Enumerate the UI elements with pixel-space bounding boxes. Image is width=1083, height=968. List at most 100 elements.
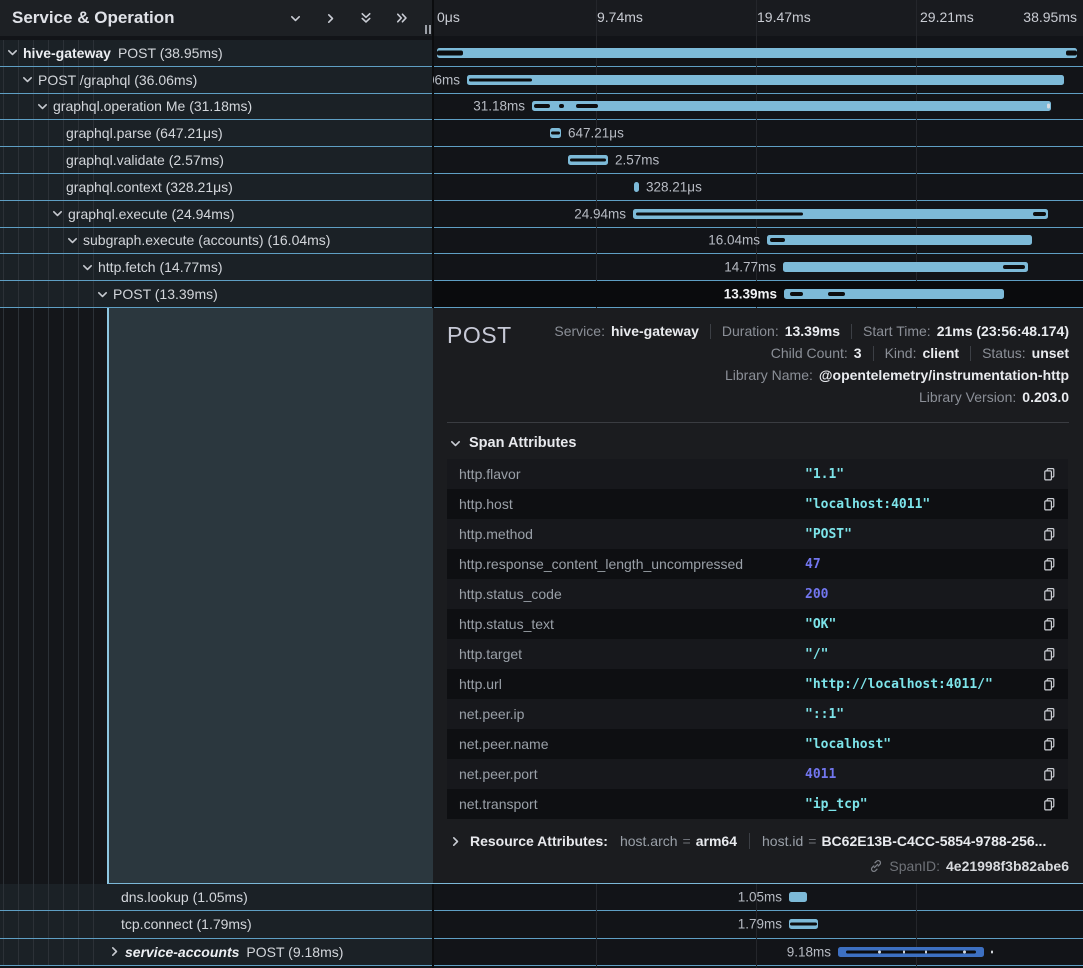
resource-attributes-row[interactable]: Resource Attributes:host.arch=arm64host.… <box>447 833 1069 849</box>
span-row-hive-gateway-post[interactable]: hive-gatewayPOST (38.95ms) <box>0 40 1083 67</box>
attribute-key: http.status_code <box>447 586 805 602</box>
collapse-all-icon[interactable] <box>359 11 373 25</box>
span-row-graphql-operation[interactable]: graphql.operation Me (31.18ms) 31.18ms <box>0 94 1083 121</box>
operation-label: POST (9.18ms) <box>246 944 343 960</box>
span-bar[interactable] <box>634 182 639 192</box>
span-bar[interactable] <box>467 75 1064 85</box>
span-self-time-mark <box>1066 50 1077 55</box>
resource-separator <box>749 833 750 849</box>
span-row-service-accounts-post[interactable]: service-accountsPOST (9.18ms)9.18ms <box>0 939 1083 966</box>
copy-icon[interactable] <box>1042 617 1068 632</box>
attribute-row-http.response_content_length_uncompressed: http.response_content_length_uncompresse… <box>447 549 1068 579</box>
timeline-tick: 19.47ms <box>757 9 811 25</box>
span-row-tcp-connect-timeline-cell[interactable]: 1.79ms <box>433 911 1083 937</box>
span-row-graphql-operation-label-cell[interactable]: graphql.operation Me (31.18ms) <box>0 94 433 120</box>
span-row-subgraph-execute-label-cell[interactable]: subgraph.execute (accounts) (16.04ms) <box>0 228 433 254</box>
span-row-dns-lookup-label-cell[interactable]: dns.lookup (1.05ms) <box>0 884 433 910</box>
span-row-http-fetch-label-cell[interactable]: http.fetch (14.77ms) <box>0 254 433 280</box>
chevron-right-icon[interactable] <box>108 945 121 958</box>
indent-guides-gutter <box>0 308 107 884</box>
copy-icon[interactable] <box>1042 647 1068 662</box>
span-row-graphql-context-label-cell[interactable]: graphql.context (328.21μs) <box>0 174 433 200</box>
copy-icon[interactable] <box>1042 737 1068 752</box>
span-row-http-fetch[interactable]: http.fetch (14.77ms)14.77ms <box>0 254 1083 281</box>
span-row-subgraph-execute[interactable]: subgraph.execute (accounts) (16.04ms)16.… <box>0 228 1083 255</box>
span-row-graphql-context[interactable]: graphql.context (328.21μs)328.21μs <box>0 174 1083 201</box>
span-row-hive-gateway-post-label-cell[interactable]: hive-gatewayPOST (38.95ms) <box>0 40 433 66</box>
span-bar[interactable] <box>437 48 1077 58</box>
span-duration-label: 31.18ms <box>473 99 525 114</box>
attribute-key: net.transport <box>447 796 805 812</box>
span-duration-label: 1.05ms <box>738 890 782 905</box>
span-bar[interactable] <box>532 101 1051 111</box>
span-row-tcp-connect[interactable]: tcp.connect (1.79ms)1.79ms <box>0 911 1083 938</box>
chevron-down-icon[interactable] <box>51 207 64 220</box>
span-row-graphql-parse-label-cell[interactable]: graphql.parse (647.21μs) <box>0 120 433 146</box>
operation-label: dns.lookup (1.05ms) <box>121 889 248 905</box>
copy-icon[interactable] <box>1042 677 1068 692</box>
span-bar[interactable] <box>767 235 1032 245</box>
chevron-right-icon[interactable] <box>449 835 462 848</box>
span-row-post-graphql[interactable]: POST /graphql (36.06ms)36.06ms <box>0 67 1083 94</box>
attribute-key: http.method <box>447 526 805 542</box>
meta-label: Kind: <box>885 345 917 361</box>
span-row-tcp-connect-label-cell[interactable]: tcp.connect (1.79ms) <box>0 911 433 937</box>
chevron-down-icon[interactable] <box>66 234 79 247</box>
span-row-post-selected-label-cell[interactable]: POST (13.39ms) <box>0 281 433 307</box>
span-row-graphql-execute[interactable]: graphql.execute (24.94ms) 24.94ms <box>0 201 1083 228</box>
span-self-time-mark <box>469 78 532 81</box>
column-resizer-handle[interactable] <box>425 25 431 34</box>
span-row-graphql-parse-timeline-cell[interactable]: 647.21μs <box>433 120 1083 146</box>
span-self-time-mark <box>534 104 550 108</box>
span-bar[interactable] <box>789 892 807 902</box>
span-row-graphql-execute-timeline-cell[interactable]: 24.94ms <box>433 201 1083 227</box>
chevron-down-icon[interactable] <box>36 100 49 113</box>
copy-icon[interactable] <box>1042 767 1068 782</box>
span-row-graphql-validate[interactable]: graphql.validate (2.57ms)2.57ms <box>0 147 1083 174</box>
span-row-graphql-operation-timeline-cell[interactable]: 31.18ms <box>433 94 1083 120</box>
collapse-one-icon[interactable] <box>289 12 302 25</box>
chevron-down-icon[interactable] <box>96 288 109 301</box>
span-bar[interactable] <box>784 289 1004 299</box>
span-row-subgraph-execute-timeline-cell[interactable]: 16.04ms <box>433 228 1083 254</box>
copy-icon[interactable] <box>1042 587 1068 602</box>
span-row-graphql-parse[interactable]: graphql.parse (647.21μs)647.21μs <box>0 120 1083 147</box>
span-row-graphql-validate-label-cell[interactable]: graphql.validate (2.57ms) <box>0 147 433 173</box>
timeline-tick: 9.74ms <box>597 9 643 25</box>
copy-icon[interactable] <box>1042 467 1068 482</box>
span-row-dns-lookup[interactable]: dns.lookup (1.05ms) 1.05ms <box>0 884 1083 911</box>
span-row-hive-gateway-post-timeline-cell[interactable] <box>433 40 1083 66</box>
chevron-down-icon[interactable] <box>21 73 34 86</box>
span-duration-label: 24.94ms <box>574 206 626 221</box>
span-row-service-accounts-post-label-cell[interactable]: service-accountsPOST (9.18ms) <box>0 939 433 965</box>
expand-one-icon[interactable] <box>324 12 337 25</box>
span-row-dns-lookup-timeline-cell[interactable]: 1.05ms <box>433 884 1083 910</box>
span-self-time-mark <box>636 212 803 215</box>
span-event-mark <box>925 950 927 953</box>
attribute-value: "localhost" <box>805 737 1042 752</box>
copy-icon[interactable] <box>1042 527 1068 542</box>
span-id-value: 4e21998f3b82abe6 <box>946 858 1069 874</box>
span-attributes-header[interactable]: Span Attributes <box>449 435 1069 451</box>
copy-icon[interactable] <box>1042 557 1068 572</box>
span-row-post-graphql-timeline-cell[interactable]: 36.06ms <box>433 67 1083 93</box>
operation-label: graphql.operation Me (31.18ms) <box>53 98 252 114</box>
span-bar[interactable] <box>783 262 1028 272</box>
span-row-post-selected[interactable]: POST (13.39ms)13.39ms <box>0 281 1083 308</box>
meta-value: 13.39ms <box>785 323 840 339</box>
span-row-service-accounts-post-timeline-cell[interactable]: 9.18ms <box>433 939 1083 965</box>
expand-all-icon[interactable] <box>395 11 409 25</box>
copy-icon[interactable] <box>1042 797 1068 812</box>
chevron-down-icon[interactable] <box>81 261 94 274</box>
span-row-graphql-execute-label-cell[interactable]: graphql.execute (24.94ms) <box>0 201 433 227</box>
span-row-graphql-context-timeline-cell[interactable]: 328.21μs <box>433 174 1083 200</box>
span-row-post-graphql-label-cell[interactable]: POST /graphql (36.06ms) <box>0 67 433 93</box>
copy-icon[interactable] <box>1042 497 1068 512</box>
copy-icon[interactable] <box>1042 707 1068 722</box>
meta-value: 3 <box>854 345 862 361</box>
span-row-post-selected-timeline-cell[interactable]: 13.39ms <box>433 281 1083 307</box>
span-row-graphql-validate-timeline-cell[interactable]: 2.57ms <box>433 147 1083 173</box>
chevron-down-icon[interactable] <box>6 46 19 59</box>
span-row-http-fetch-timeline-cell[interactable]: 14.77ms <box>433 254 1083 280</box>
link-icon[interactable] <box>869 859 883 873</box>
